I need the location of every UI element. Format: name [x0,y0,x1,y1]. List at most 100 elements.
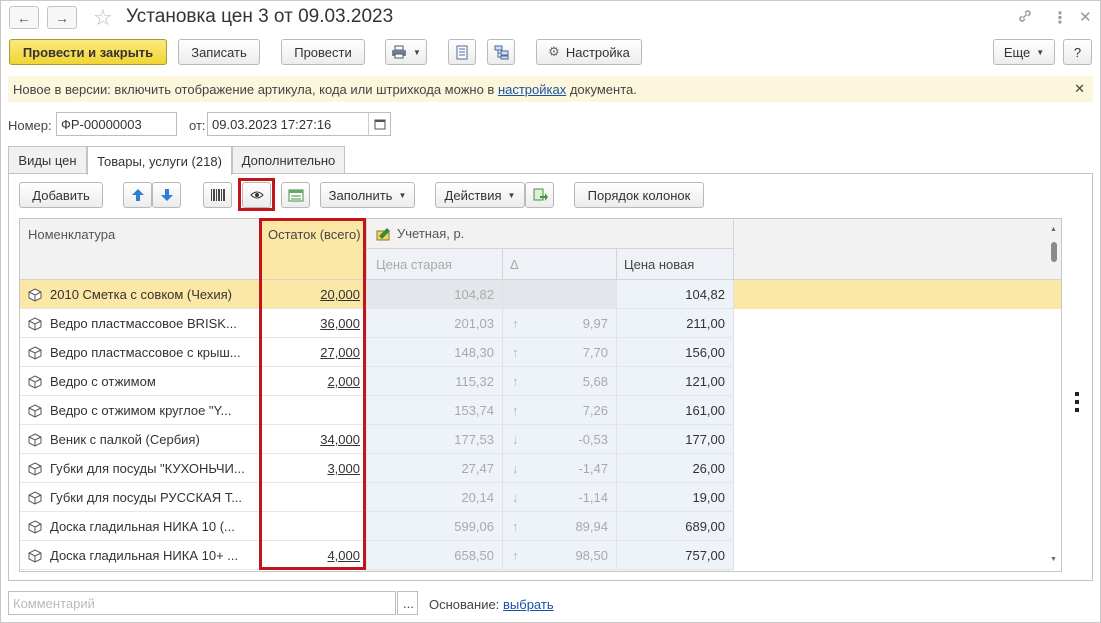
table-scrollbar[interactable]: ▲ ▼ [1048,222,1060,568]
add-button[interactable]: Добавить [19,182,103,208]
table-row[interactable]: Ведро с отжимом круглое "Y... 153,74 ↑ 7,26… [20,396,1061,425]
price-list-button[interactable] [281,182,310,208]
move-down-button[interactable] [152,182,181,208]
table-row[interactable]: 2010 Сметка с совком (Чехия) 20,000 104,82… [20,280,1061,309]
cell-delta[interactable]: 5,68 [530,367,608,396]
calendar-icon[interactable] [368,113,390,135]
more-menu-icon[interactable]: ⋮ [1052,8,1068,28]
cell-delta[interactable]: 98,50 [530,541,608,570]
cell-delta[interactable]: 89,94 [530,512,608,541]
barcode-button[interactable] [203,182,232,208]
cell-name[interactable]: Веник с палкой (Сербия) [28,425,258,454]
cell-old-price[interactable]: 115,32 [370,367,494,396]
tab-additional[interactable]: Дополнительно [232,146,345,174]
cell-old-price[interactable]: 148,30 [370,338,494,367]
cell-delta[interactable]: 7,26 [530,396,608,425]
cell-name[interactable]: Доска гладильная НИКА 10+ ... [28,541,258,570]
comment-expand-button[interactable]: ... [397,591,418,615]
delta-value: 5,68 [582,374,608,389]
report-button[interactable] [448,39,476,65]
cell-new-price[interactable]: 177,00 [620,425,725,454]
column-header-delta[interactable]: Δ [510,257,519,272]
cell-old-price[interactable]: 599,06 [370,512,494,541]
apply-prices-button[interactable] [525,182,554,208]
cell-delta[interactable] [530,280,608,309]
cell-new-price[interactable]: 156,00 [620,338,725,367]
table-row[interactable]: Ведро пластмассовое BRISK... 36,000 201,03… [20,309,1061,338]
column-order-button[interactable]: Порядок колонок [574,182,704,208]
move-up-button[interactable] [123,182,152,208]
cell-delta[interactable]: -1,47 [530,454,608,483]
settings-link[interactable]: настройках [498,82,566,97]
cell-old-price[interactable]: 177,53 [370,425,494,454]
column-header-old-price[interactable]: Цена старая [376,257,452,272]
cell-new-price[interactable]: 161,00 [620,396,725,425]
scroll-up-icon[interactable]: ▲ [1050,226,1057,233]
column-header-price-group[interactable]: Учетная, р. [376,226,464,241]
help-button[interactable]: ? [1063,39,1092,65]
cell-name[interactable]: Ведро с отжимом круглое "Y... [28,396,258,425]
cell-new-price[interactable]: 211,00 [620,309,725,338]
basis-select-link[interactable]: выбрать [503,597,554,612]
cell-new-price[interactable]: 121,00 [620,367,725,396]
write-button[interactable]: Записать [178,39,260,65]
structure-button[interactable] [487,39,515,65]
cell-name[interactable]: Ведро пластмассовое BRISK... [28,309,258,338]
cell-new-price[interactable]: 689,00 [620,512,725,541]
table-row[interactable]: Губки для посуды "КУХОНЬЧИ... 3,000 27,47 ↓… [20,454,1061,483]
cell-new-price[interactable]: 104,82 [620,280,725,309]
row-divider [366,454,367,483]
cell-name[interactable]: Ведро с отжимом [28,367,258,396]
goods-table[interactable]: Номенклатура Остаток (всего) Учетная, р.… [19,218,1062,572]
close-icon[interactable]: ✕ [1079,8,1092,26]
cell-name[interactable]: Губки для посуды РУССКАЯ Т... [28,483,258,512]
cell-new-price[interactable]: 19,00 [620,483,725,512]
cell-delta[interactable]: -1,14 [530,483,608,512]
cell-new-price[interactable]: 757,00 [620,541,725,570]
cell-old-price[interactable]: 104,82 [370,280,494,309]
fill-button[interactable]: Заполнить ▼ [320,182,415,208]
table-row[interactable]: Доска гладильная НИКА 10 (... 599,06 ↑ 89,9… [20,512,1061,541]
info-close-icon[interactable]: ✕ [1074,81,1085,97]
cell-delta[interactable]: 7,70 [530,338,608,367]
favorite-star-icon[interactable]: ☆ [93,5,113,31]
scroll-thumb[interactable] [1051,242,1057,262]
table-row[interactable]: Губки для посуды РУССКАЯ Т... 20,14 ↓ -1,14… [20,483,1061,512]
back-button[interactable]: ← [9,6,39,29]
table-row[interactable]: Ведро пластмассовое с крыш... 27,000 148,3… [20,338,1061,367]
column-header-name[interactable]: Номенклатура [28,227,115,242]
tab-goods-services[interactable]: Товары, услуги (218) [87,146,232,175]
table-row[interactable]: Веник с палкой (Сербия) 34,000 177,53 ↓ -0,5… [20,425,1061,454]
link-icon[interactable] [1017,8,1033,28]
cell-old-price[interactable]: 658,50 [370,541,494,570]
cell-old-price[interactable]: 20,14 [370,483,494,512]
row-divider [366,541,367,570]
table-row[interactable]: Доска гладильная НИКА 10+ ... 4,000 658,50… [20,541,1061,570]
post-button[interactable]: Провести [281,39,365,65]
actions-button[interactable]: Действия ▼ [435,182,525,208]
cell-new-price[interactable]: 26,00 [620,454,725,483]
comment-input[interactable]: Комментарий [8,591,396,615]
cell-old-price[interactable]: 27,47 [370,454,494,483]
more-button[interactable]: Еще ▼ [993,39,1055,65]
cell-delta[interactable]: 9,97 [530,309,608,338]
tab-price-types[interactable]: Виды цен [8,146,87,174]
dropdown-caret-icon: ▼ [1036,47,1045,57]
settings-button[interactable]: ⚙ Настройка [536,39,642,65]
table-row[interactable]: Ведро с отжимом 2,000 115,32 ↑ 5,68 121,00 [20,367,1061,396]
forward-button[interactable]: → [47,6,77,29]
side-menu-icon[interactable] [1075,392,1081,412]
cell-name[interactable]: 2010 Сметка с совком (Чехия) [28,280,258,309]
cell-delta[interactable]: -0,53 [530,425,608,454]
cell-name[interactable]: Ведро пластмассовое с крыш... [28,338,258,367]
print-button[interactable]: ▼ [385,39,427,65]
cell-old-price[interactable]: 153,74 [370,396,494,425]
number-field[interactable]: ФР-00000003 [56,112,177,136]
date-field[interactable]: 09.03.2023 17:27:16 [207,112,391,136]
column-header-new-price[interactable]: Цена новая [624,257,694,272]
cell-old-price[interactable]: 201,03 [370,309,494,338]
cell-name[interactable]: Доска гладильная НИКА 10 (... [28,512,258,541]
scroll-down-icon[interactable]: ▼ [1050,556,1057,563]
post-and-close-button[interactable]: Провести и закрыть [9,39,167,65]
cell-name[interactable]: Губки для посуды "КУХОНЬЧИ... [28,454,258,483]
